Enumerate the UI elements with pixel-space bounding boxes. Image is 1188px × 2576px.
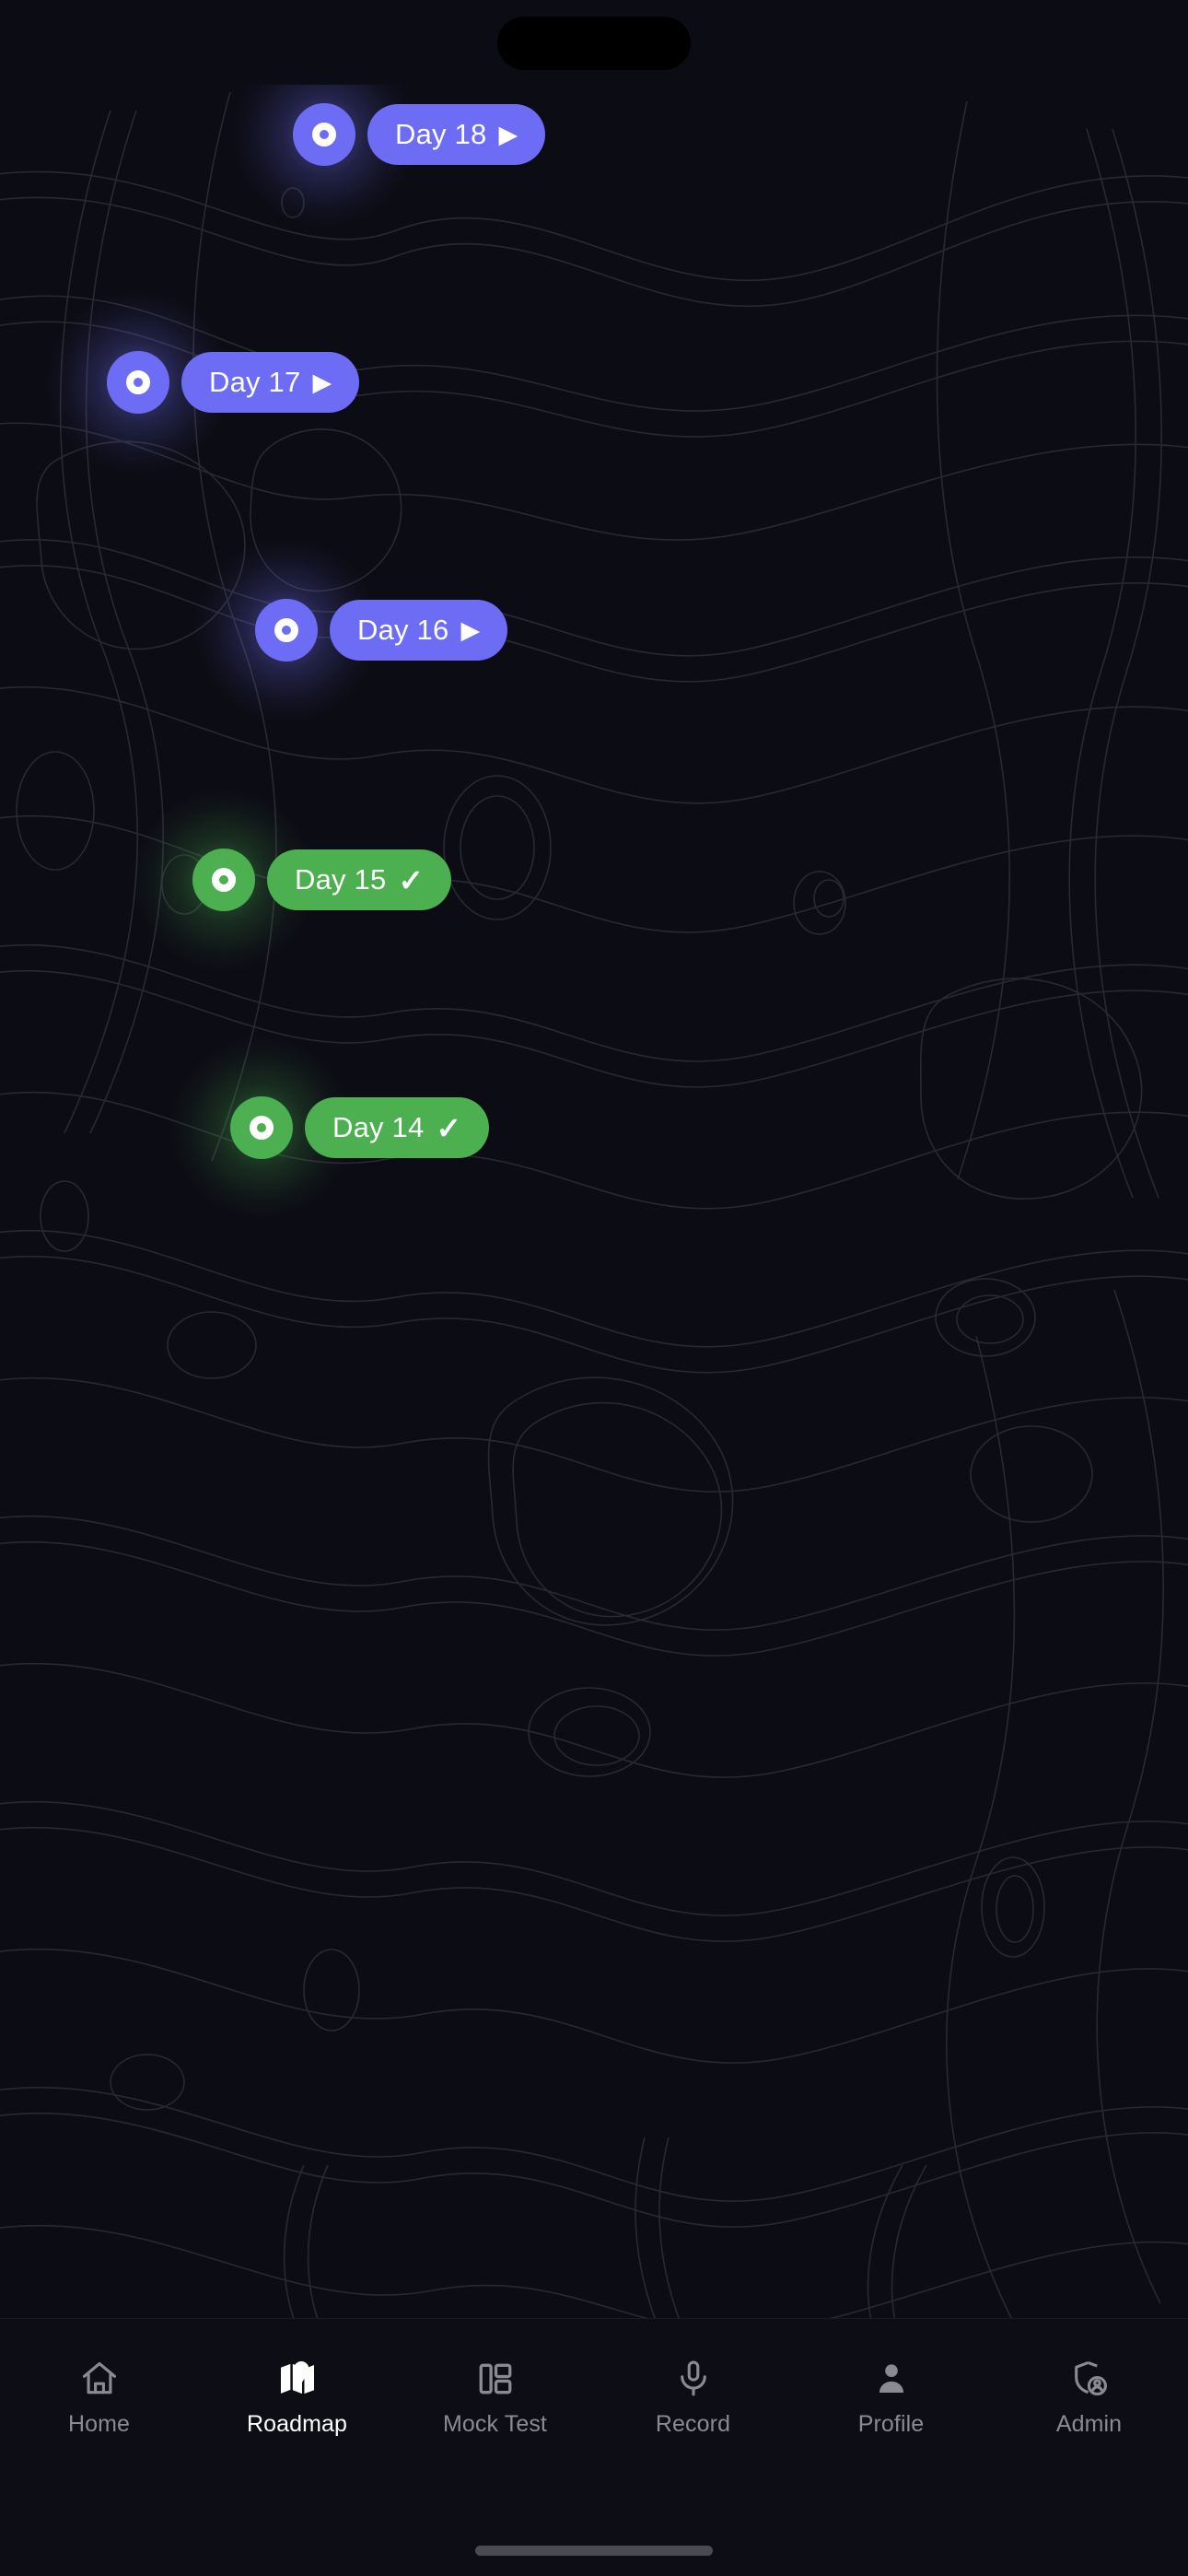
day-label: Day 14: [332, 1111, 425, 1143]
node-marker-day-16[interactable]: [194, 538, 379, 722]
day-label: Day 16: [357, 614, 449, 646]
roadmap-node-day-18[interactable]: Day 18 ▶: [232, 42, 546, 227]
person-icon: [870, 2358, 913, 2400]
roadmap-node-day-15[interactable]: Day 15 ✓: [132, 788, 452, 972]
day-label: Day 15: [295, 863, 387, 896]
roadmap-node-day-17[interactable]: Day 17 ▶: [46, 290, 360, 474]
day-label: Day 18: [395, 118, 487, 150]
tab-profile[interactable]: Profile: [792, 2358, 990, 2438]
tab-label-admin: Admin: [1055, 2411, 1123, 2437]
house-icon: [78, 2358, 121, 2400]
check-icon: ✓: [398, 862, 425, 897]
map-pin-icon: [276, 2358, 319, 2400]
roadmap-node-day-14[interactable]: Day 14 ✓: [169, 1036, 490, 1220]
play-icon: ▶: [312, 368, 332, 396]
day-label: Day 17: [209, 366, 301, 398]
tab-label-home: Home: [67, 2411, 131, 2437]
dynamic-island: [497, 17, 691, 70]
tab-label-profile: Profile: [857, 2411, 925, 2437]
tab-home[interactable]: Home: [0, 2358, 198, 2438]
tab-roadmap[interactable]: Roadmap: [198, 2358, 396, 2438]
day-pill-day-17[interactable]: Day 17 ▶: [181, 352, 360, 413]
tab-mock-test[interactable]: Mock Test: [396, 2358, 594, 2438]
play-icon: ▶: [498, 120, 518, 148]
roadmap-node-day-16[interactable]: Day 16 ▶: [194, 538, 508, 722]
node-marker-day-17[interactable]: [46, 290, 230, 474]
home-indicator: [475, 2546, 713, 2556]
check-icon: ✓: [436, 1110, 462, 1145]
bottom-tab-bar: Home Roadmap Mock Test Record Profile Admin: [0, 2318, 1188, 2576]
tab-label-record: Record: [655, 2411, 731, 2437]
play-icon: ▶: [460, 615, 481, 644]
node-marker-day-18[interactable]: [232, 42, 416, 227]
node-marker-day-14[interactable]: [169, 1036, 354, 1220]
day-pill-day-16[interactable]: Day 16 ▶: [330, 600, 508, 661]
tab-label-mock-test: Mock Test: [443, 2411, 547, 2437]
day-pill-day-18[interactable]: Day 18 ▶: [367, 104, 546, 165]
tab-record[interactable]: Record: [594, 2358, 792, 2438]
dashboard-layout-icon: [474, 2358, 517, 2400]
day-pill-day-15[interactable]: Day 15 ✓: [267, 849, 452, 910]
node-marker-day-15[interactable]: [132, 788, 316, 972]
tab-label-roadmap: Roadmap: [246, 2411, 348, 2437]
app-screen: Day 18 ▶ Day 17 ▶ Day 16 ▶ Day 15 ✓ Day 14 ✓ Home…: [0, 0, 1188, 2576]
day-pill-day-14[interactable]: Day 14 ✓: [305, 1097, 490, 1158]
tab-admin[interactable]: Admin: [990, 2358, 1188, 2438]
microphone-icon: [672, 2358, 715, 2400]
shield-person-icon: [1068, 2358, 1111, 2400]
